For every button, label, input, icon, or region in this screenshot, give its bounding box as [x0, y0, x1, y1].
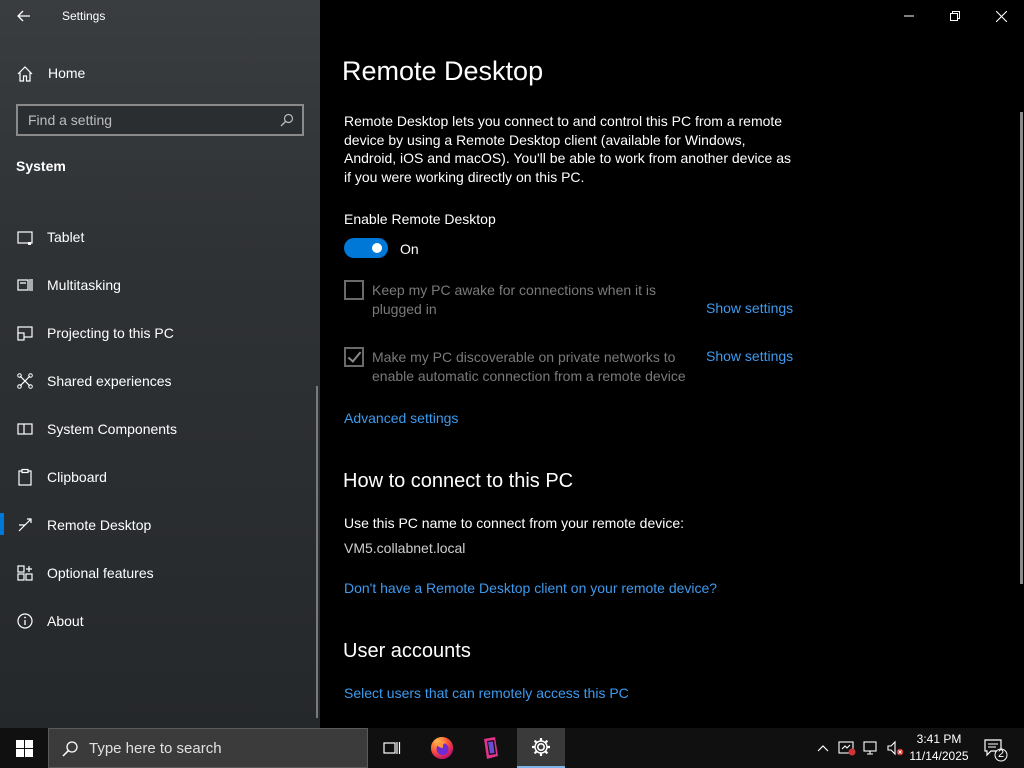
- sidebar-item-projecting[interactable]: Projecting to this PC: [0, 313, 320, 353]
- sidebar-scrollbar[interactable]: [316, 386, 318, 718]
- discoverable-label: Make my PC discoverable on private netwo…: [372, 349, 686, 384]
- get-client-link[interactable]: Don't have a Remote Desktop client on yo…: [344, 580, 717, 596]
- advanced-settings-link[interactable]: Advanced settings: [344, 410, 458, 426]
- window-controls: [886, 0, 1024, 32]
- taskbar-search-box[interactable]: Type here to search: [48, 728, 368, 768]
- find-setting-search[interactable]: [16, 104, 304, 136]
- network-icon: [863, 741, 877, 755]
- app-title: Settings: [62, 9, 106, 23]
- defender-icon: [838, 741, 856, 756]
- user-accounts-heading: User accounts: [343, 640, 471, 662]
- main-scrollbar[interactable]: [1020, 112, 1023, 584]
- chevron-up-icon: [817, 745, 829, 752]
- sidebar-item-tablet[interactable]: Tablet: [0, 217, 320, 257]
- sidebar-item-label: Clipboard: [47, 469, 107, 485]
- minimize-button[interactable]: [886, 0, 932, 32]
- connect-instruction: Use this PC name to connect from your re…: [344, 515, 685, 531]
- sidebar-item-multitasking[interactable]: Multitasking: [0, 265, 320, 305]
- sidebar-item-label: Tablet: [47, 229, 85, 245]
- close-button[interactable]: [978, 0, 1024, 32]
- search-icon[interactable]: [280, 113, 294, 127]
- pc-name-value: VM5.collabnet.local: [344, 540, 466, 556]
- app-taskbar-button[interactable]: [467, 728, 515, 768]
- volume-tray-icon[interactable]: [886, 740, 904, 756]
- sidebar-item-label: Projecting to this PC: [47, 325, 174, 341]
- keep-awake-label: Keep my PC awake for connections when it…: [372, 282, 657, 317]
- sidebar-item-label: Multitasking: [47, 277, 121, 293]
- discoverable-checkbox[interactable]: [344, 347, 364, 367]
- task-view-button[interactable]: [368, 728, 416, 768]
- sidebar-item-label: Shared experiences: [47, 373, 172, 389]
- sidebar-item-label: Remote Desktop: [47, 517, 152, 533]
- sidebar-item-shared-experiences[interactable]: Shared experiences: [0, 361, 320, 401]
- close-icon: [995, 10, 1007, 22]
- gear-icon: [532, 738, 550, 756]
- toggle-state-label: On: [400, 241, 419, 257]
- windows-logo-icon: [15, 739, 33, 757]
- restore-button[interactable]: [932, 0, 978, 32]
- restore-icon: [950, 11, 960, 21]
- shared-experiences-icon: [17, 373, 33, 389]
- discoverable-show-settings-link[interactable]: Show settings: [706, 348, 793, 364]
- home-nav-item[interactable]: Home: [0, 58, 320, 88]
- sidebar: Settings Home System Tablet Multitasking…: [0, 0, 320, 728]
- multitasking-icon: [17, 279, 33, 291]
- page-description: Remote Desktop lets you connect to and c…: [344, 113, 792, 185]
- sidebar-item-remote-desktop[interactable]: Remote Desktop: [0, 505, 320, 545]
- app-icon: [484, 737, 498, 759]
- sidebar-item-clipboard[interactable]: Clipboard: [0, 457, 320, 497]
- minimize-icon: [904, 15, 914, 17]
- task-view-icon: [383, 742, 401, 754]
- notification-count-badge: 2: [997, 748, 1005, 760]
- volume-muted-icon: [887, 740, 904, 756]
- search-icon: [62, 741, 78, 757]
- back-button[interactable]: [8, 4, 40, 28]
- find-setting-input[interactable]: [18, 112, 268, 128]
- sidebar-item-label: Optional features: [47, 565, 154, 581]
- how-to-connect-heading: How to connect to this PC: [343, 470, 574, 492]
- title-bar: Settings: [0, 0, 320, 32]
- keep-awake-show-settings-link[interactable]: Show settings: [706, 300, 793, 316]
- taskbar-clock[interactable]: 3:41 PM 11/14/2025: [904, 731, 974, 765]
- home-label: Home: [48, 65, 86, 81]
- main-content: Remote Desktop Remote Desktop lets you c…: [320, 0, 1024, 728]
- security-tray-icon[interactable]: [838, 740, 856, 756]
- optional-features-icon: [17, 565, 33, 581]
- taskbar-search-text: Type here to search: [89, 740, 222, 757]
- system-components-icon: [17, 423, 33, 435]
- taskbar: Type here to search 3:41 PM 11/14/2025 2: [0, 728, 1024, 768]
- tablet-icon: [17, 231, 33, 245]
- firefox-taskbar-button[interactable]: [418, 728, 466, 768]
- sidebar-item-label: About: [47, 613, 84, 629]
- sidebar-item-label: System Components: [47, 421, 177, 437]
- sidebar-item-about[interactable]: About: [0, 601, 320, 641]
- network-tray-icon[interactable]: [862, 740, 880, 756]
- back-arrow-icon: [17, 10, 30, 22]
- projecting-icon: [17, 326, 33, 341]
- info-icon: [17, 613, 33, 629]
- clock-time: 3:41 PM: [916, 732, 962, 746]
- clock-date: 11/14/2025: [909, 749, 969, 763]
- toggle-knob: [372, 243, 382, 253]
- sidebar-item-system-components[interactable]: System Components: [0, 409, 320, 449]
- page-title: Remote Desktop: [342, 56, 544, 86]
- sidebar-item-optional-features[interactable]: Optional features: [0, 553, 320, 593]
- action-center-button[interactable]: 2: [982, 736, 1008, 762]
- selection-indicator: [0, 513, 4, 535]
- enable-remote-desktop-toggle[interactable]: [344, 238, 388, 258]
- select-users-link[interactable]: Select users that can remotely access th…: [344, 685, 629, 701]
- enable-remote-desktop-label: Enable Remote Desktop: [344, 211, 496, 227]
- show-hidden-icons-button[interactable]: [814, 740, 832, 756]
- clipboard-icon: [18, 468, 32, 486]
- remote-desktop-icon: [18, 518, 32, 532]
- keep-awake-checkbox[interactable]: [344, 280, 364, 300]
- settings-taskbar-button[interactable]: [517, 728, 565, 768]
- start-button[interactable]: [0, 728, 48, 768]
- section-title-system: System: [16, 158, 66, 174]
- home-icon: [17, 66, 33, 82]
- firefox-icon: [431, 737, 453, 759]
